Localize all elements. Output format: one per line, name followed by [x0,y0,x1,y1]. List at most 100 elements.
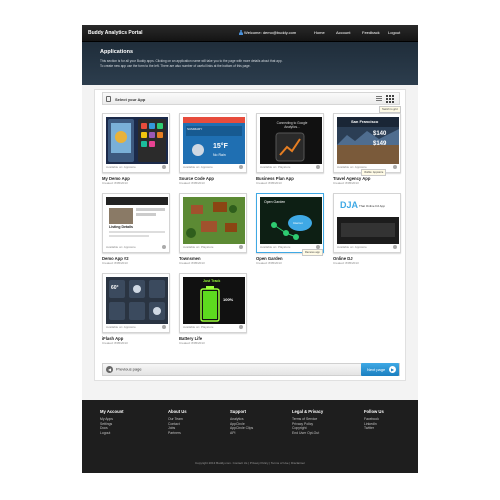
created-date: Created: 8/05/2013 [102,261,128,265]
availability-text: Available on: Appstore [337,245,367,249]
footer-heading: Support [230,409,247,414]
created-date: Created: 8/05/2013 [179,341,205,345]
app-thumbnail[interactable]: Available on: Playstore [179,193,247,253]
select-app-label: Select your App [115,97,146,102]
footer-heading: Follow Us [364,409,384,414]
brand-logo[interactable]: Buddy Analytics Portal [88,30,143,36]
app-screenshot [106,117,168,164]
site-footer: My Account My Apps Settings Docs Logout … [82,400,418,473]
footer-column-my-account: My Account My Apps Settings Docs Logout [100,409,124,435]
created-date: Created: 8/05/2013 [333,181,359,185]
arrow-right-icon: ▶ [389,366,396,373]
footer-heading: Legal & Privacy [292,409,324,414]
pagination-bar: ◀ Previous page Next page ▶ [102,363,400,376]
price-primary: $140 [373,131,387,137]
weather-rain: No Rain [213,153,226,157]
open-garden-title: Open Garden [264,200,286,204]
created-date: Created: 8/05/2013 [256,181,282,185]
app-screenshot: San Francisco $140 $149 [337,117,399,164]
apple-icon [162,165,166,169]
remove-app-tooltip: Remove app [302,249,323,256]
nav-home-link[interactable]: Home [314,30,325,35]
footer-link[interactable]: Twitter [364,426,384,431]
previous-page-button[interactable]: ◀ Previous page [106,366,142,373]
app-screenshot: 60° [106,277,168,324]
footer-column-support: Support Analytics AppCircle AppCircle Cl… [230,409,253,435]
dj-tagline: That Online DJ App [359,204,386,208]
dj-logo-text: DJA [340,200,359,210]
city-title: San Francisco [351,119,379,124]
app-thumbnail[interactable]: DJA That Online DJ App Available on: App… [333,193,401,253]
weather-temp: 15°F [213,143,228,150]
footer-link[interactable]: AppCircle Clips [230,426,253,431]
footer-column-follow: Follow Us Facebook LinkedIn Twitter [364,409,384,431]
apps-panel: Select your App Switch to grid Available… [94,89,406,381]
availability-text: Available on: Playstore [260,245,291,249]
created-date: Created: 8/05/2013 [256,261,282,265]
availability-text: Available on: Appstore [106,325,136,329]
flash-degree: 60° [111,285,119,291]
copyright-text: Copyright 2013 Buddy.com. Contact Us | P… [194,461,306,465]
nav-account-link[interactable]: Account [336,30,350,35]
welcome-text: Welcome: demo@buddy.com [244,30,297,35]
grid-view-icon[interactable] [386,95,394,103]
footer-link[interactable]: End User Opt-Out [292,431,323,436]
app-thumbnail[interactable]: Just Track 100% Available on: Playstore [179,273,247,333]
portal-page: Buddy Analytics Portal Welcome: demo@bud… [82,25,418,473]
header-description-2: To create new app use the form to the le… [100,64,251,68]
page-title: Applications [100,49,134,55]
select-app-bar: Select your App [102,92,400,105]
footer-column-about: About Us Our Team Contact Jobs Partners [168,409,187,435]
app-screenshot: Open Garden Internet [260,197,322,244]
phone-icon [106,96,111,102]
android-icon [239,245,243,249]
header-description: This section is for all your Buddy apps.… [100,59,283,63]
availability-text: Available on: Playstore [183,325,214,329]
app-thumbnail[interactable]: San Francisco $140 $149 Available on: Ap… [333,113,401,173]
footer-link[interactable]: Partners [168,431,187,436]
apple-icon [393,245,397,249]
app-screenshot: DJA That Online DJ App [337,197,399,244]
next-page-button[interactable]: Next page ▶ [361,363,399,376]
footer-column-legal: Legal & Privacy Terms of Service Privacy… [292,409,323,435]
apple-icon [239,165,243,169]
top-navbar: Buddy Analytics Portal Welcome: demo@bud… [82,25,418,42]
created-date: Created: 8/05/2013 [102,181,128,185]
apple-icon [162,325,166,329]
arrow-left-icon: ◀ [106,366,113,373]
created-date: Created: 8/05/2013 [179,181,205,185]
apple-icon [162,245,166,249]
nav-logout-link[interactable]: Logout [388,30,400,35]
android-icon [316,165,320,169]
app-thumbnail[interactable]: 60° Available on: Appstore [102,273,170,333]
previous-page-label: Previous page [116,366,142,372]
connecting-text: Connecting to Google Analytics... [276,121,308,129]
app-thumbnail[interactable]: Open Garden Internet Available on: Plays… [256,193,324,253]
footer-heading: About Us [168,409,187,414]
app-thumbnail[interactable]: Listing Details Available on: Appstore [102,193,170,253]
created-date: Created: 8/05/2013 [333,261,359,265]
app-screenshot [183,197,245,244]
footer-heading: My Account [100,409,124,414]
availability-tooltip: Visible: Appstore [361,169,387,176]
page-header: Applications This section is for all you… [82,42,418,85]
app-screenshot: Connecting to Google Analytics... [260,117,322,164]
created-date: Created: 8/05/2013 [179,261,205,265]
list-view-icon[interactable] [375,95,383,103]
app-thumbnail[interactable]: Connecting to Google Analytics... Availa… [256,113,324,173]
app-screenshot: Just Track 100% [183,277,245,324]
availability-text: Available on: Playstore [260,165,291,169]
footer-link[interactable]: Logout [100,431,124,436]
next-page-label: Next page [367,367,386,372]
nav-feedback-link[interactable]: Feedback [362,30,380,35]
app-screenshot: Listing Details [106,197,168,244]
app-thumbnail[interactable]: Available on: Appstore [102,113,170,173]
weather-summary-label: SUMMARY [187,127,203,131]
user-icon [239,30,243,35]
price-secondary: $149 [373,141,387,147]
app-thumbnail[interactable]: SUMMARY 15°F No Rain Available on: Appst… [179,113,247,173]
footer-link[interactable]: API [230,431,253,436]
listing-details-label: Listing Details [109,225,133,229]
availability-text: Available on: Appstore [106,245,136,249]
availability-text: Available on: Appstore [106,165,136,169]
